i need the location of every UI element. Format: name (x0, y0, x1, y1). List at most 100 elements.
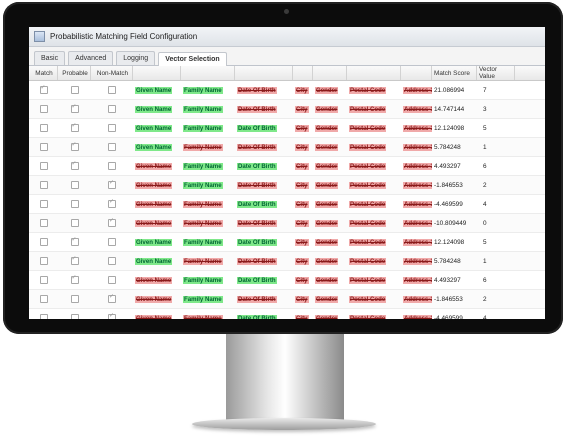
grid-body: Given Name Family Name Date Of Birth City Ge… (29, 81, 545, 319)
city-cell: City (293, 252, 313, 270)
match-checkbox[interactable] (39, 181, 48, 189)
date-of-birth-field-tag: Date Of Birth (237, 86, 277, 94)
gender-cell: Gender (313, 290, 347, 308)
match-checkbox[interactable] (39, 219, 48, 227)
city-field-tag: City (295, 314, 309, 319)
gender-field-tag: Gender (315, 257, 339, 265)
match-checkbox[interactable] (39, 162, 48, 170)
col-header-field (313, 66, 347, 80)
col-header-probable[interactable]: Probable (58, 66, 91, 80)
postal-code-field-tag: Postal Code (349, 257, 387, 265)
family-name-field-tag: Family Name (183, 314, 223, 319)
table-row: Given Name Family Name Date Of Birth City Ge… (29, 309, 545, 319)
nonmatch-checkbox[interactable] (108, 276, 116, 284)
probable-checkbox[interactable] (70, 236, 79, 246)
tab-logging[interactable]: Logging (116, 51, 156, 65)
nonmatch-checkbox[interactable] (108, 238, 116, 246)
nonmatch-checkbox[interactable] (108, 198, 116, 208)
postal-code-cell: Postal Code (347, 233, 401, 251)
postal-code-field-tag: Postal Code (349, 276, 387, 284)
date-of-birth-field-tag: Date Of Birth (237, 276, 277, 284)
given-name-cell: Given Name (133, 233, 181, 251)
match-checkbox[interactable] (39, 124, 48, 132)
nonmatch-checkbox[interactable] (108, 105, 116, 113)
address-1-field-tag: Address-1 (403, 105, 432, 113)
gender-field-tag: Gender (315, 143, 339, 151)
address-1-field-tag: Address-1 (403, 295, 432, 303)
nonmatch-checkbox[interactable] (108, 162, 116, 170)
family-name-cell: Family Name (181, 138, 235, 156)
probable-checkbox[interactable] (70, 295, 79, 303)
postal-code-field-tag: Postal Code (349, 238, 387, 246)
family-name-cell: Family Name (181, 309, 235, 319)
match-score-cell: 5.784248 (434, 143, 461, 151)
col-header-vector-value[interactable]: Vector Value (477, 66, 515, 80)
nonmatch-checkbox[interactable] (108, 217, 116, 227)
probable-checkbox[interactable] (70, 160, 79, 170)
match-checkbox[interactable] (39, 143, 48, 151)
match-checkbox[interactable] (39, 314, 48, 319)
gender-field-tag: Gender (315, 162, 339, 170)
match-score-cell: 4.493297 (434, 276, 461, 284)
probable-checkbox[interactable] (70, 200, 79, 208)
match-checkbox[interactable] (39, 238, 48, 246)
col-header-field (181, 66, 235, 80)
match-checkbox[interactable] (39, 84, 48, 94)
nonmatch-cell (91, 290, 133, 308)
probable-checkbox[interactable] (70, 103, 79, 113)
family-name-field-tag: Family Name (183, 257, 223, 265)
nonmatch-cell (91, 138, 133, 156)
gender-field-tag: Gender (315, 314, 339, 319)
nonmatch-checkbox[interactable] (108, 257, 116, 265)
grid-header: Match Probable Non-Match Match Score Vec… (29, 66, 545, 81)
city-field-tag: City (295, 181, 309, 189)
probable-checkbox[interactable] (70, 86, 79, 94)
probable-checkbox[interactable] (70, 141, 79, 151)
probable-cell (58, 100, 91, 118)
nonmatch-checkbox[interactable] (108, 143, 116, 151)
city-field-tag: City (295, 86, 309, 94)
probable-checkbox[interactable] (70, 181, 79, 189)
date-of-birth-cell: Date Of Birth (235, 271, 293, 289)
given-name-field-tag: Given Name (135, 105, 173, 113)
address-1-field-tag: Address-1 (403, 162, 432, 170)
match-checkbox[interactable] (39, 200, 48, 208)
table-row: Given Name Family Name Date Of Birth City Ge… (29, 138, 545, 157)
gender-cell: Gender (313, 214, 347, 232)
postal-code-field-tag: Postal Code (349, 314, 387, 319)
nonmatch-checkbox[interactable] (108, 312, 116, 319)
match-checkbox[interactable] (39, 105, 48, 113)
address-1-field-tag: Address-1 (403, 238, 432, 246)
postal-code-cell: Postal Code (347, 157, 401, 175)
table-row: Given Name Family Name Date Of Birth City Ge… (29, 119, 545, 138)
nonmatch-checkbox[interactable] (108, 86, 116, 94)
tab-basic[interactable]: Basic (34, 51, 66, 65)
nonmatch-checkbox[interactable] (108, 179, 116, 189)
match-checkbox[interactable] (39, 276, 48, 284)
given-name-cell: Given Name (133, 138, 181, 156)
family-name-cell: Family Name (181, 195, 235, 213)
vector-value-cell: 5 (483, 124, 487, 132)
given-name-field-tag: Given Name (135, 295, 173, 303)
probable-checkbox[interactable] (70, 314, 79, 319)
probable-checkbox[interactable] (70, 274, 79, 284)
col-header-match[interactable]: Match (29, 66, 58, 80)
probable-checkbox[interactable] (70, 122, 79, 132)
tab-advanced[interactable]: Advanced (68, 51, 114, 65)
probable-checkbox[interactable] (70, 219, 79, 227)
date-of-birth-cell: Date Of Birth (235, 119, 293, 137)
match-checkbox[interactable] (39, 257, 48, 265)
nonmatch-checkbox[interactable] (108, 293, 116, 303)
probable-checkbox[interactable] (70, 255, 79, 265)
city-cell: City (293, 195, 313, 213)
col-header-non-match[interactable]: Non-Match (91, 66, 133, 80)
tab-vector-selection[interactable]: Vector Selection (158, 52, 227, 66)
address-1-cell: Address-1 (401, 119, 432, 137)
city-cell: City (293, 176, 313, 194)
nonmatch-checkbox[interactable] (108, 124, 116, 132)
date-of-birth-cell: Date Of Birth (235, 195, 293, 213)
family-name-cell: Family Name (181, 214, 235, 232)
match-checkbox[interactable] (39, 295, 48, 303)
col-header-match-score[interactable]: Match Score (432, 66, 477, 80)
col-header-field (235, 66, 293, 80)
